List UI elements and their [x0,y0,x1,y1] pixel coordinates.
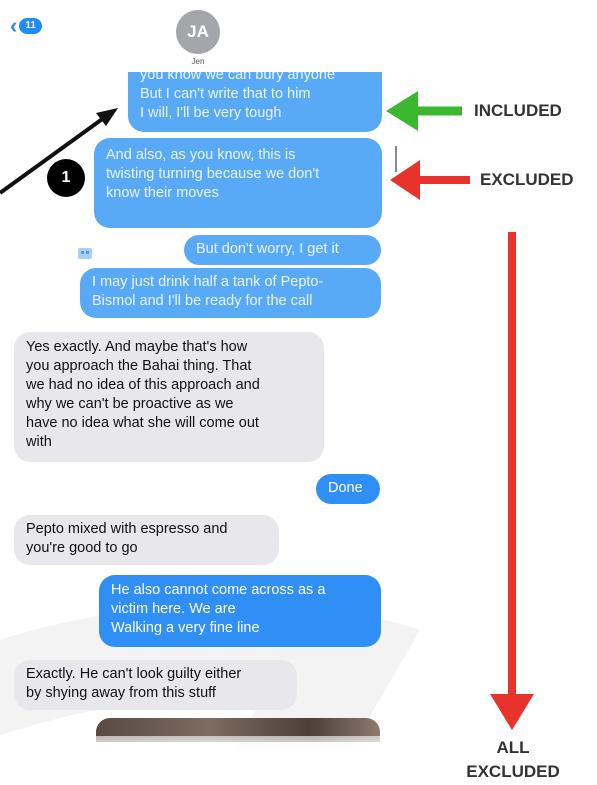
message-text: But I can't write that to him [140,86,311,102]
text-cursor [395,146,397,172]
message-bubble-sent[interactable]: And also, as you know, this is twisting … [94,138,382,228]
message-text: I will, I'll be very tough [140,105,282,121]
message-text: But don't worry, I get it [196,241,339,257]
message-bubble-received[interactable]: Yes exactly. And maybe that's how you ap… [14,332,324,462]
message-bubble-sent[interactable]: you know we can bury anyone But I can't … [128,72,382,132]
message-bubble-sent[interactable]: I may just drink half a tank of Pepto- B… [80,268,381,318]
all-excluded-label: ALL EXCLUDED [458,736,568,784]
message-text: victim here. We are [111,601,236,617]
message-text: with [26,434,52,450]
message-bubble-sent[interactable]: Done [316,474,380,504]
message-text: you know we can bury anyone [140,72,336,83]
message-text: why we can't be proactive as we [26,396,234,412]
message-text: by shying away from this stuff [26,685,216,701]
contact-avatar[interactable]: JA [176,10,220,54]
message-text: I may just drink half a tank of Pepto- [92,274,324,290]
message-bubble-received[interactable]: Pepto mixed with espresso and you're goo… [14,515,279,565]
all-excluded-text: EXCLUDED [466,762,560,781]
message-text: And also, as you know, this is [106,147,296,163]
red-arrow-all-excluded [490,232,534,730]
message-text: have no idea what she will come out [26,415,259,431]
red-arrow-excluded [390,160,470,200]
message-text: Walking a very fine line [111,620,260,636]
unread-count-badge: 11 [19,18,42,34]
green-arrow [386,91,462,131]
message-text: we had no idea of this approach and [26,377,260,393]
back-button[interactable]: ‹ 11 [10,13,54,38]
message-text: you're good to go [26,540,138,556]
message-bubble-sent[interactable]: But don't worry, I get it [184,235,381,265]
message-text: Pepto mixed with espresso and [26,521,228,537]
message-bubble-received[interactable]: Exactly. He can't look guilty either by … [14,660,297,710]
message-text: He also cannot come across as a [111,582,326,598]
annotation-badge: 1 [47,159,85,197]
reaction-icon [78,248,92,259]
all-label: ALL [496,738,530,757]
message-text: you approach the Bahai thing. That [26,358,252,374]
message-bubble-sent[interactable]: He also cannot come across as a victim h… [99,575,381,647]
message-text: Bismol and I'll be ready for the call [92,293,313,309]
message-text: know their moves [106,185,219,201]
excluded-label: EXCLUDED [480,170,574,189]
contact-name[interactable]: Jen [178,57,218,66]
included-label: INCLUDED [474,101,562,120]
message-text: twisting turning because we don't [106,166,320,182]
message-text: Exactly. He can't look guilty either [26,666,242,682]
message-text: Done [328,480,363,496]
message-text: Yes exactly. And maybe that's how [26,339,248,355]
chevron-left-icon: ‹ [10,13,18,38]
